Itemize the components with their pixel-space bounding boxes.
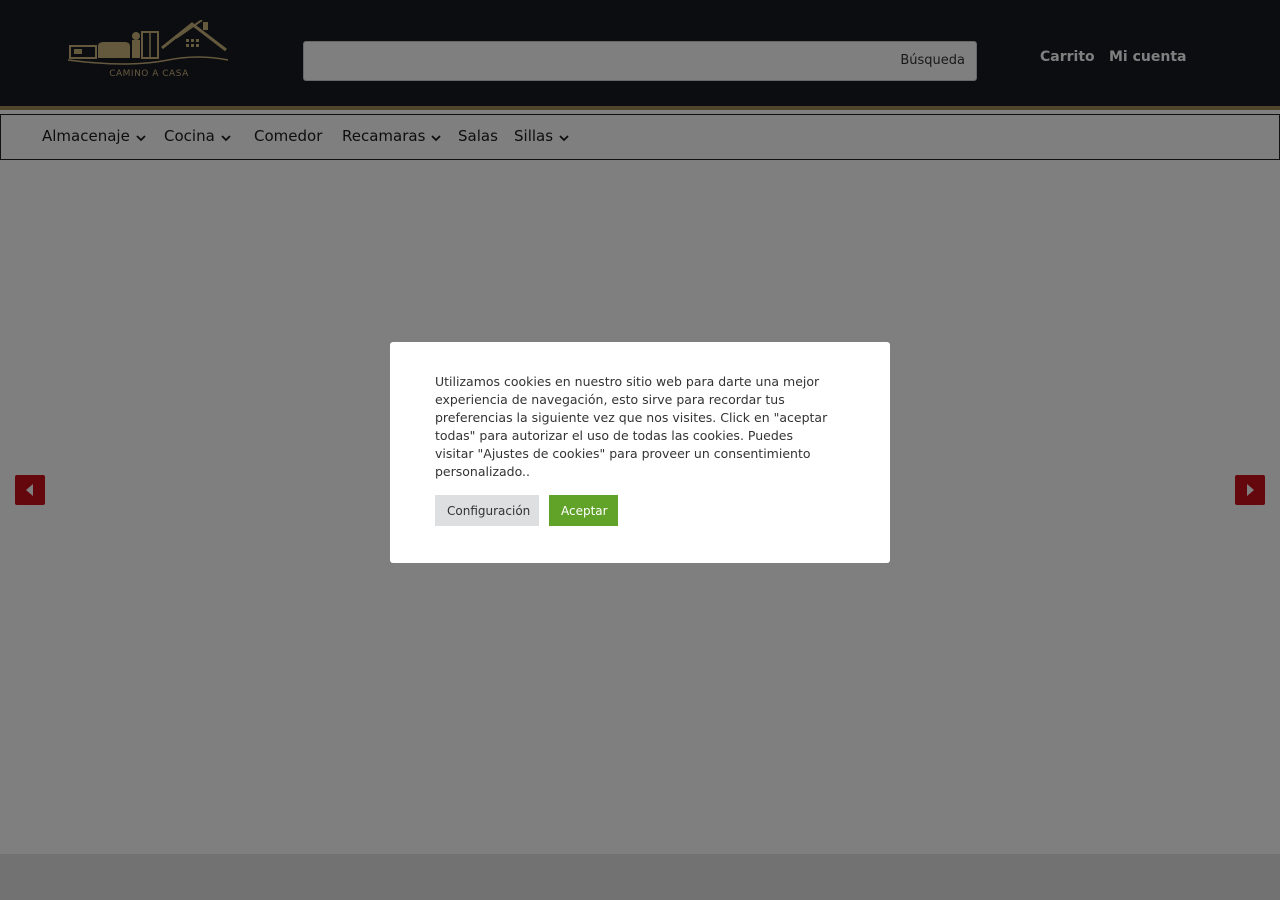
cookie-message: Utilizamos cookies en nuestro sitio web … [435, 374, 828, 479]
cookie-consent-dialog: Utilizamos cookies en nuestro sitio web … [390, 342, 890, 563]
cookie-accept-button[interactable]: Aceptar [549, 495, 618, 526]
cookie-settings-button[interactable]: Configuración [435, 495, 539, 526]
